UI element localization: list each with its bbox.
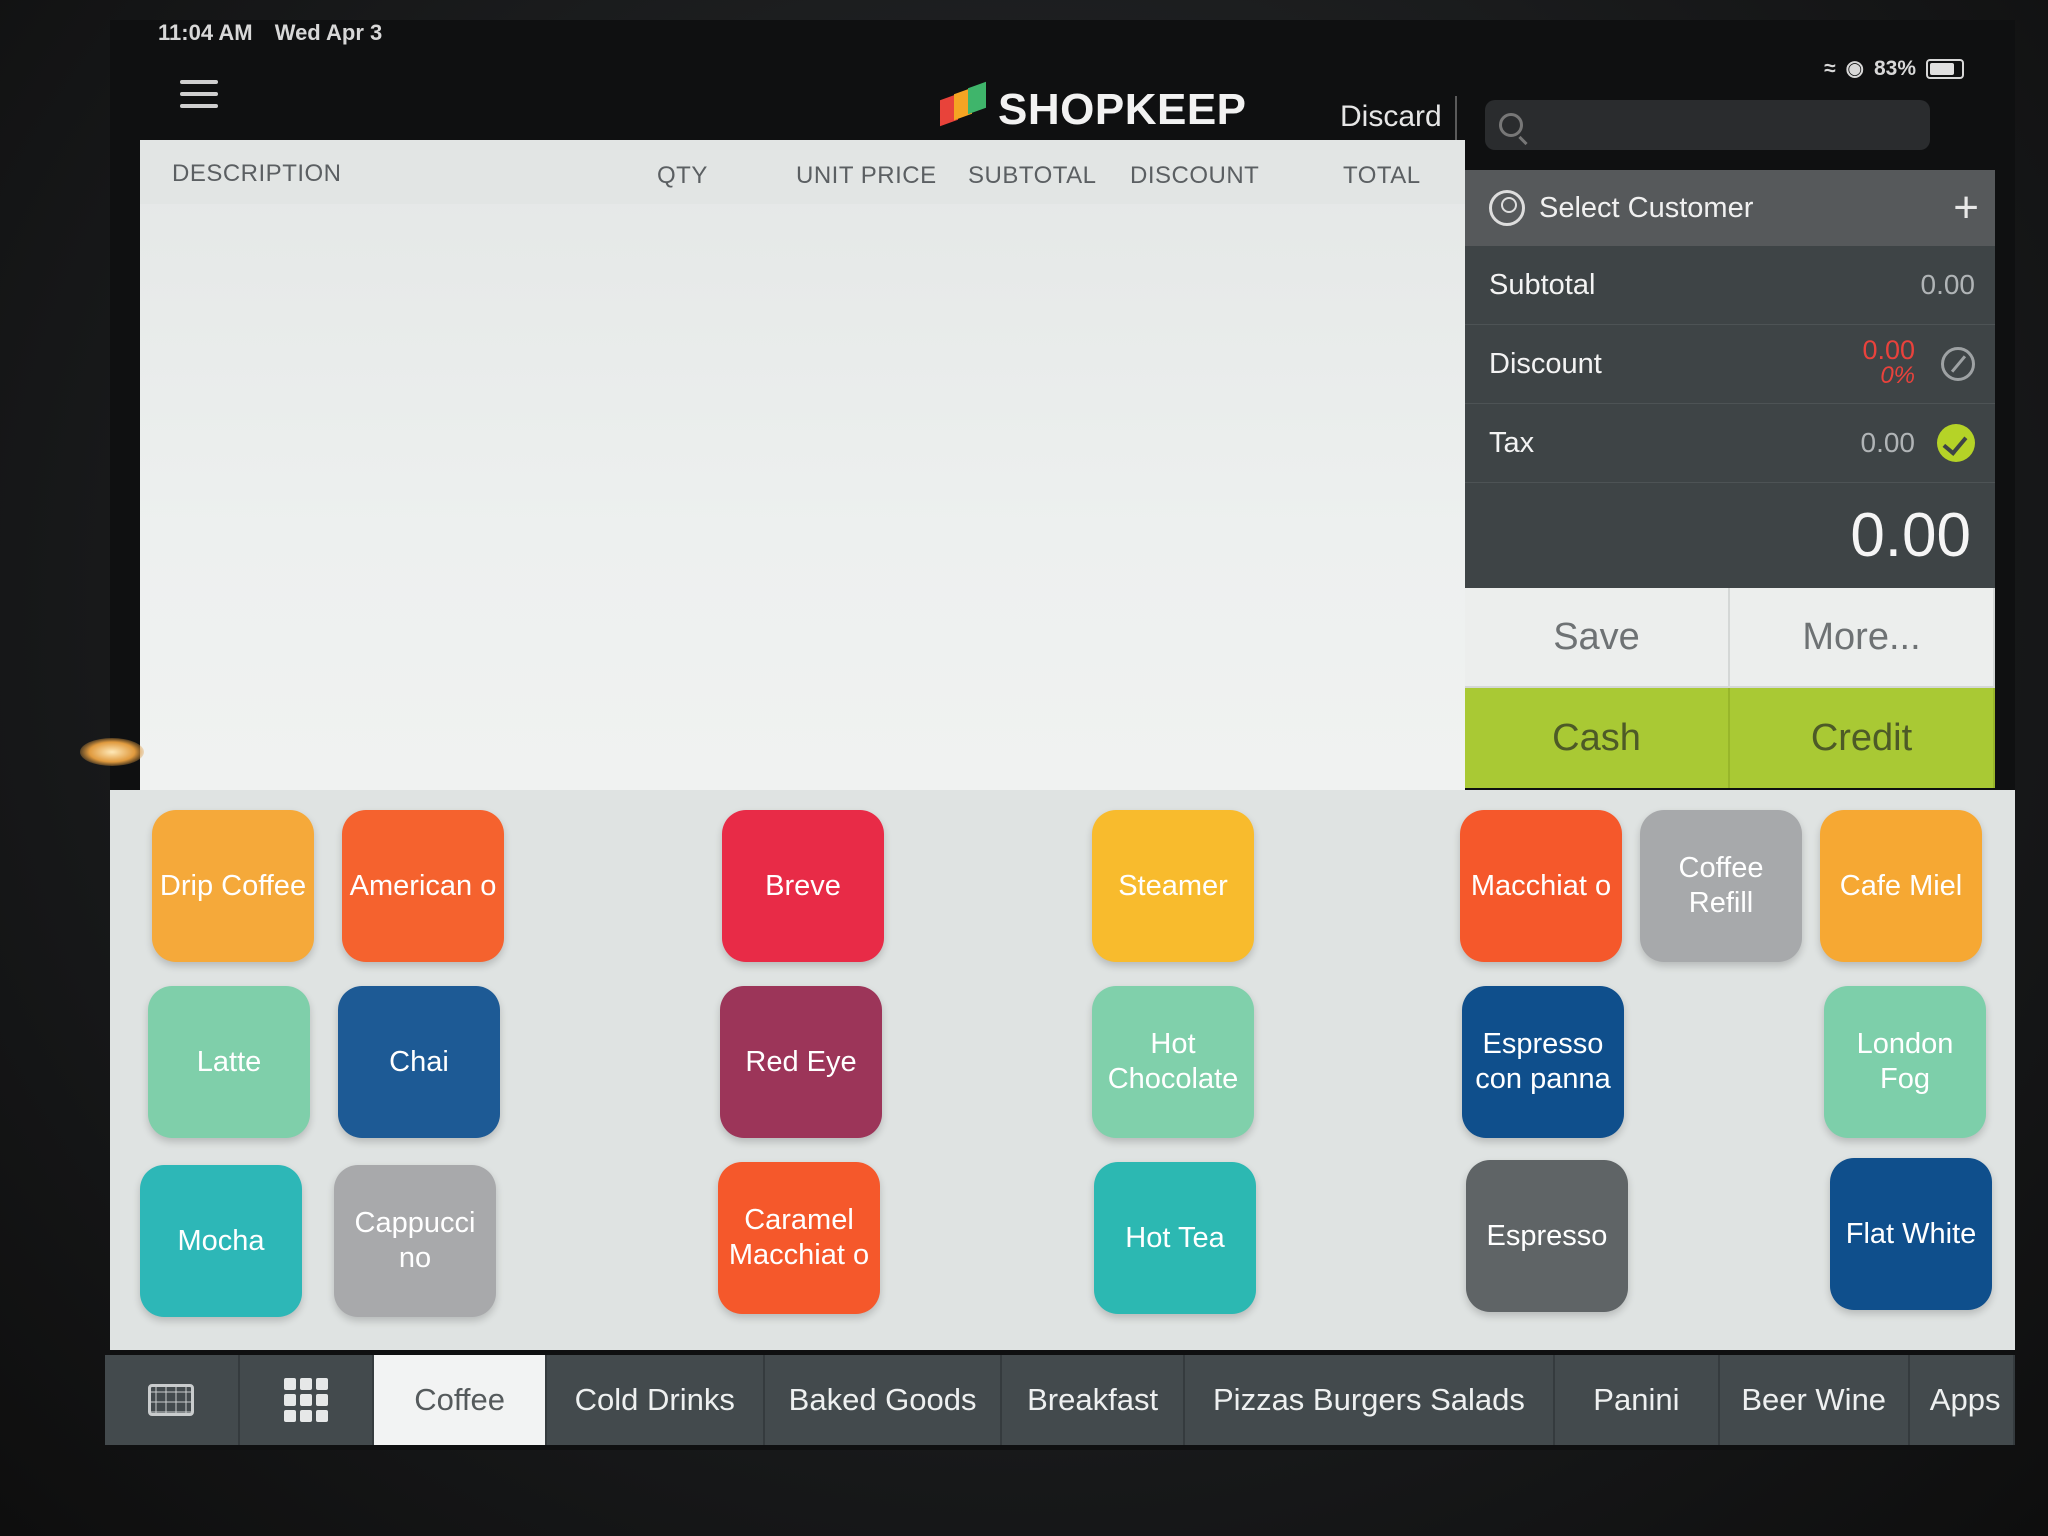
product-tile[interactable]: Cappucci no	[334, 1165, 496, 1317]
tab-coffee[interactable]: Coffee	[374, 1355, 547, 1445]
col-unit-price: UNIT PRICE	[796, 162, 937, 189]
col-description: DESCRIPTION	[172, 160, 342, 187]
grid-view-toggle[interactable]	[240, 1355, 375, 1445]
col-total: TOTAL	[1343, 162, 1421, 189]
cash-button[interactable]: Cash	[1465, 688, 1730, 788]
status-time: 11:04 AM	[158, 20, 253, 45]
discount-percent: 0%	[1880, 362, 1915, 389]
col-discount: DISCOUNT	[1130, 162, 1260, 189]
add-customer-icon[interactable]: +	[1953, 186, 1979, 230]
screen-glare	[80, 738, 144, 766]
header-divider	[1455, 96, 1457, 144]
product-tile[interactable]: Latte	[148, 986, 310, 1138]
brand-name: SHOPKEEP	[998, 85, 1247, 134]
tax-enabled-check-icon[interactable]	[1937, 424, 1975, 462]
grid-icon	[284, 1378, 329, 1422]
grand-total: 0.00	[1850, 501, 1971, 570]
product-tile[interactable]: Flat White	[1830, 1158, 1992, 1310]
totals-panel: Select Customer + Subtotal 0.00 Discount…	[1465, 170, 1995, 788]
shopkeep-logo-icon	[938, 81, 988, 135]
tax-label: Tax	[1489, 426, 1535, 459]
product-tile[interactable]: Breve	[722, 810, 884, 962]
product-tile[interactable]: London Fog	[1824, 986, 1986, 1138]
hamburger-menu-icon[interactable]	[180, 80, 218, 116]
totals-summary: Subtotal 0.00 Discount 0.00 0% Tax 0.00 …	[1465, 246, 1995, 588]
search-input[interactable]	[1539, 110, 1903, 140]
product-tile[interactable]: Cafe Miel	[1820, 810, 1982, 962]
discount-values: 0.00 0%	[1862, 337, 1915, 389]
product-tile[interactable]: Espresso	[1466, 1160, 1628, 1312]
product-tile[interactable]: American o	[342, 810, 504, 962]
keypad-toggle[interactable]	[105, 1355, 240, 1445]
category-tab-bar: Coffee Cold Drinks Baked Goods Breakfast…	[105, 1355, 2015, 1445]
checkout-actions: Save More... Cash Credit	[1465, 588, 1995, 788]
discount-amount: 0.00	[1862, 335, 1915, 365]
save-button[interactable]: Save	[1465, 588, 1730, 688]
status-bar-left: 11:04 AM Wed Apr 3	[158, 20, 398, 46]
status-date: Wed Apr 3	[274, 20, 383, 45]
product-tile[interactable]: Caramel Macchiat o	[718, 1162, 880, 1314]
discount-row[interactable]: Discount 0.00 0%	[1465, 325, 1995, 404]
product-tile[interactable]: Hot Chocolate	[1092, 986, 1254, 1138]
product-tile[interactable]: Red Eye	[720, 986, 882, 1138]
tab-apps[interactable]: Apps	[1910, 1355, 2015, 1445]
col-subtotal: SUBTOTAL	[968, 162, 1097, 189]
tab-baked-goods[interactable]: Baked Goods	[765, 1355, 1003, 1445]
user-icon	[1489, 190, 1525, 226]
product-tile[interactable]: Chai	[338, 986, 500, 1138]
product-tile[interactable]: Macchiat o	[1460, 810, 1622, 962]
product-tile[interactable]: Hot Tea	[1094, 1162, 1256, 1314]
tax-value: 0.00	[1860, 427, 1916, 458]
status-bar-right: ≈ ◉ 83%	[1824, 56, 1964, 81]
product-tile[interactable]: Mocha	[140, 1165, 302, 1317]
order-list[interactable]: DESCRIPTION QTY UNIT PRICE SUBTOTAL DISC…	[140, 140, 1465, 790]
product-tile[interactable]: Steamer	[1092, 810, 1254, 962]
tab-pizzas-burgers-salads[interactable]: Pizzas Burgers Salads	[1185, 1355, 1556, 1445]
subtotal-value: 0.00	[1920, 269, 1976, 300]
orientation-lock-icon: ◉	[1845, 57, 1864, 80]
subtotal-label: Subtotal	[1489, 268, 1596, 301]
discount-label: Discount	[1489, 347, 1602, 380]
shopkeep-logo: SHOPKEEP	[938, 81, 1247, 135]
product-tile[interactable]: Coffee Refill	[1640, 810, 1802, 962]
more-button[interactable]: More...	[1730, 588, 1995, 688]
tab-breakfast[interactable]: Breakfast	[1002, 1355, 1185, 1445]
order-table-header: DESCRIPTION QTY UNIT PRICE SUBTOTAL DISC…	[140, 140, 1465, 204]
subtotal-row: Subtotal 0.00	[1465, 246, 1995, 325]
search-bar[interactable]	[1485, 100, 1930, 150]
product-tile[interactable]: Drip Coffee	[152, 810, 314, 962]
tax-row: Tax 0.00	[1465, 404, 1995, 483]
tab-panini[interactable]: Panini	[1555, 1355, 1720, 1445]
battery-icon	[1926, 58, 1964, 79]
product-tile[interactable]: Espresso con panna	[1462, 986, 1624, 1138]
battery-percent: 83%	[1873, 56, 1916, 80]
credit-button[interactable]: Credit	[1730, 688, 1995, 788]
product-grid: Drip Coffee American o Breve Steamer Mac…	[110, 790, 2015, 1350]
select-customer-button[interactable]: Select Customer +	[1465, 170, 1995, 246]
search-icon	[1499, 113, 1523, 137]
tab-cold-drinks[interactable]: Cold Drinks	[547, 1355, 765, 1445]
edit-discount-icon[interactable]	[1941, 347, 1975, 381]
col-qty: QTY	[657, 162, 708, 189]
select-customer-label: Select Customer	[1539, 191, 1754, 224]
discard-button[interactable]: Discard	[1340, 100, 1442, 134]
tab-beer-wine[interactable]: Beer Wine	[1720, 1355, 1910, 1445]
keyboard-icon	[148, 1384, 195, 1416]
wifi-icon: ≈	[1824, 56, 1836, 80]
